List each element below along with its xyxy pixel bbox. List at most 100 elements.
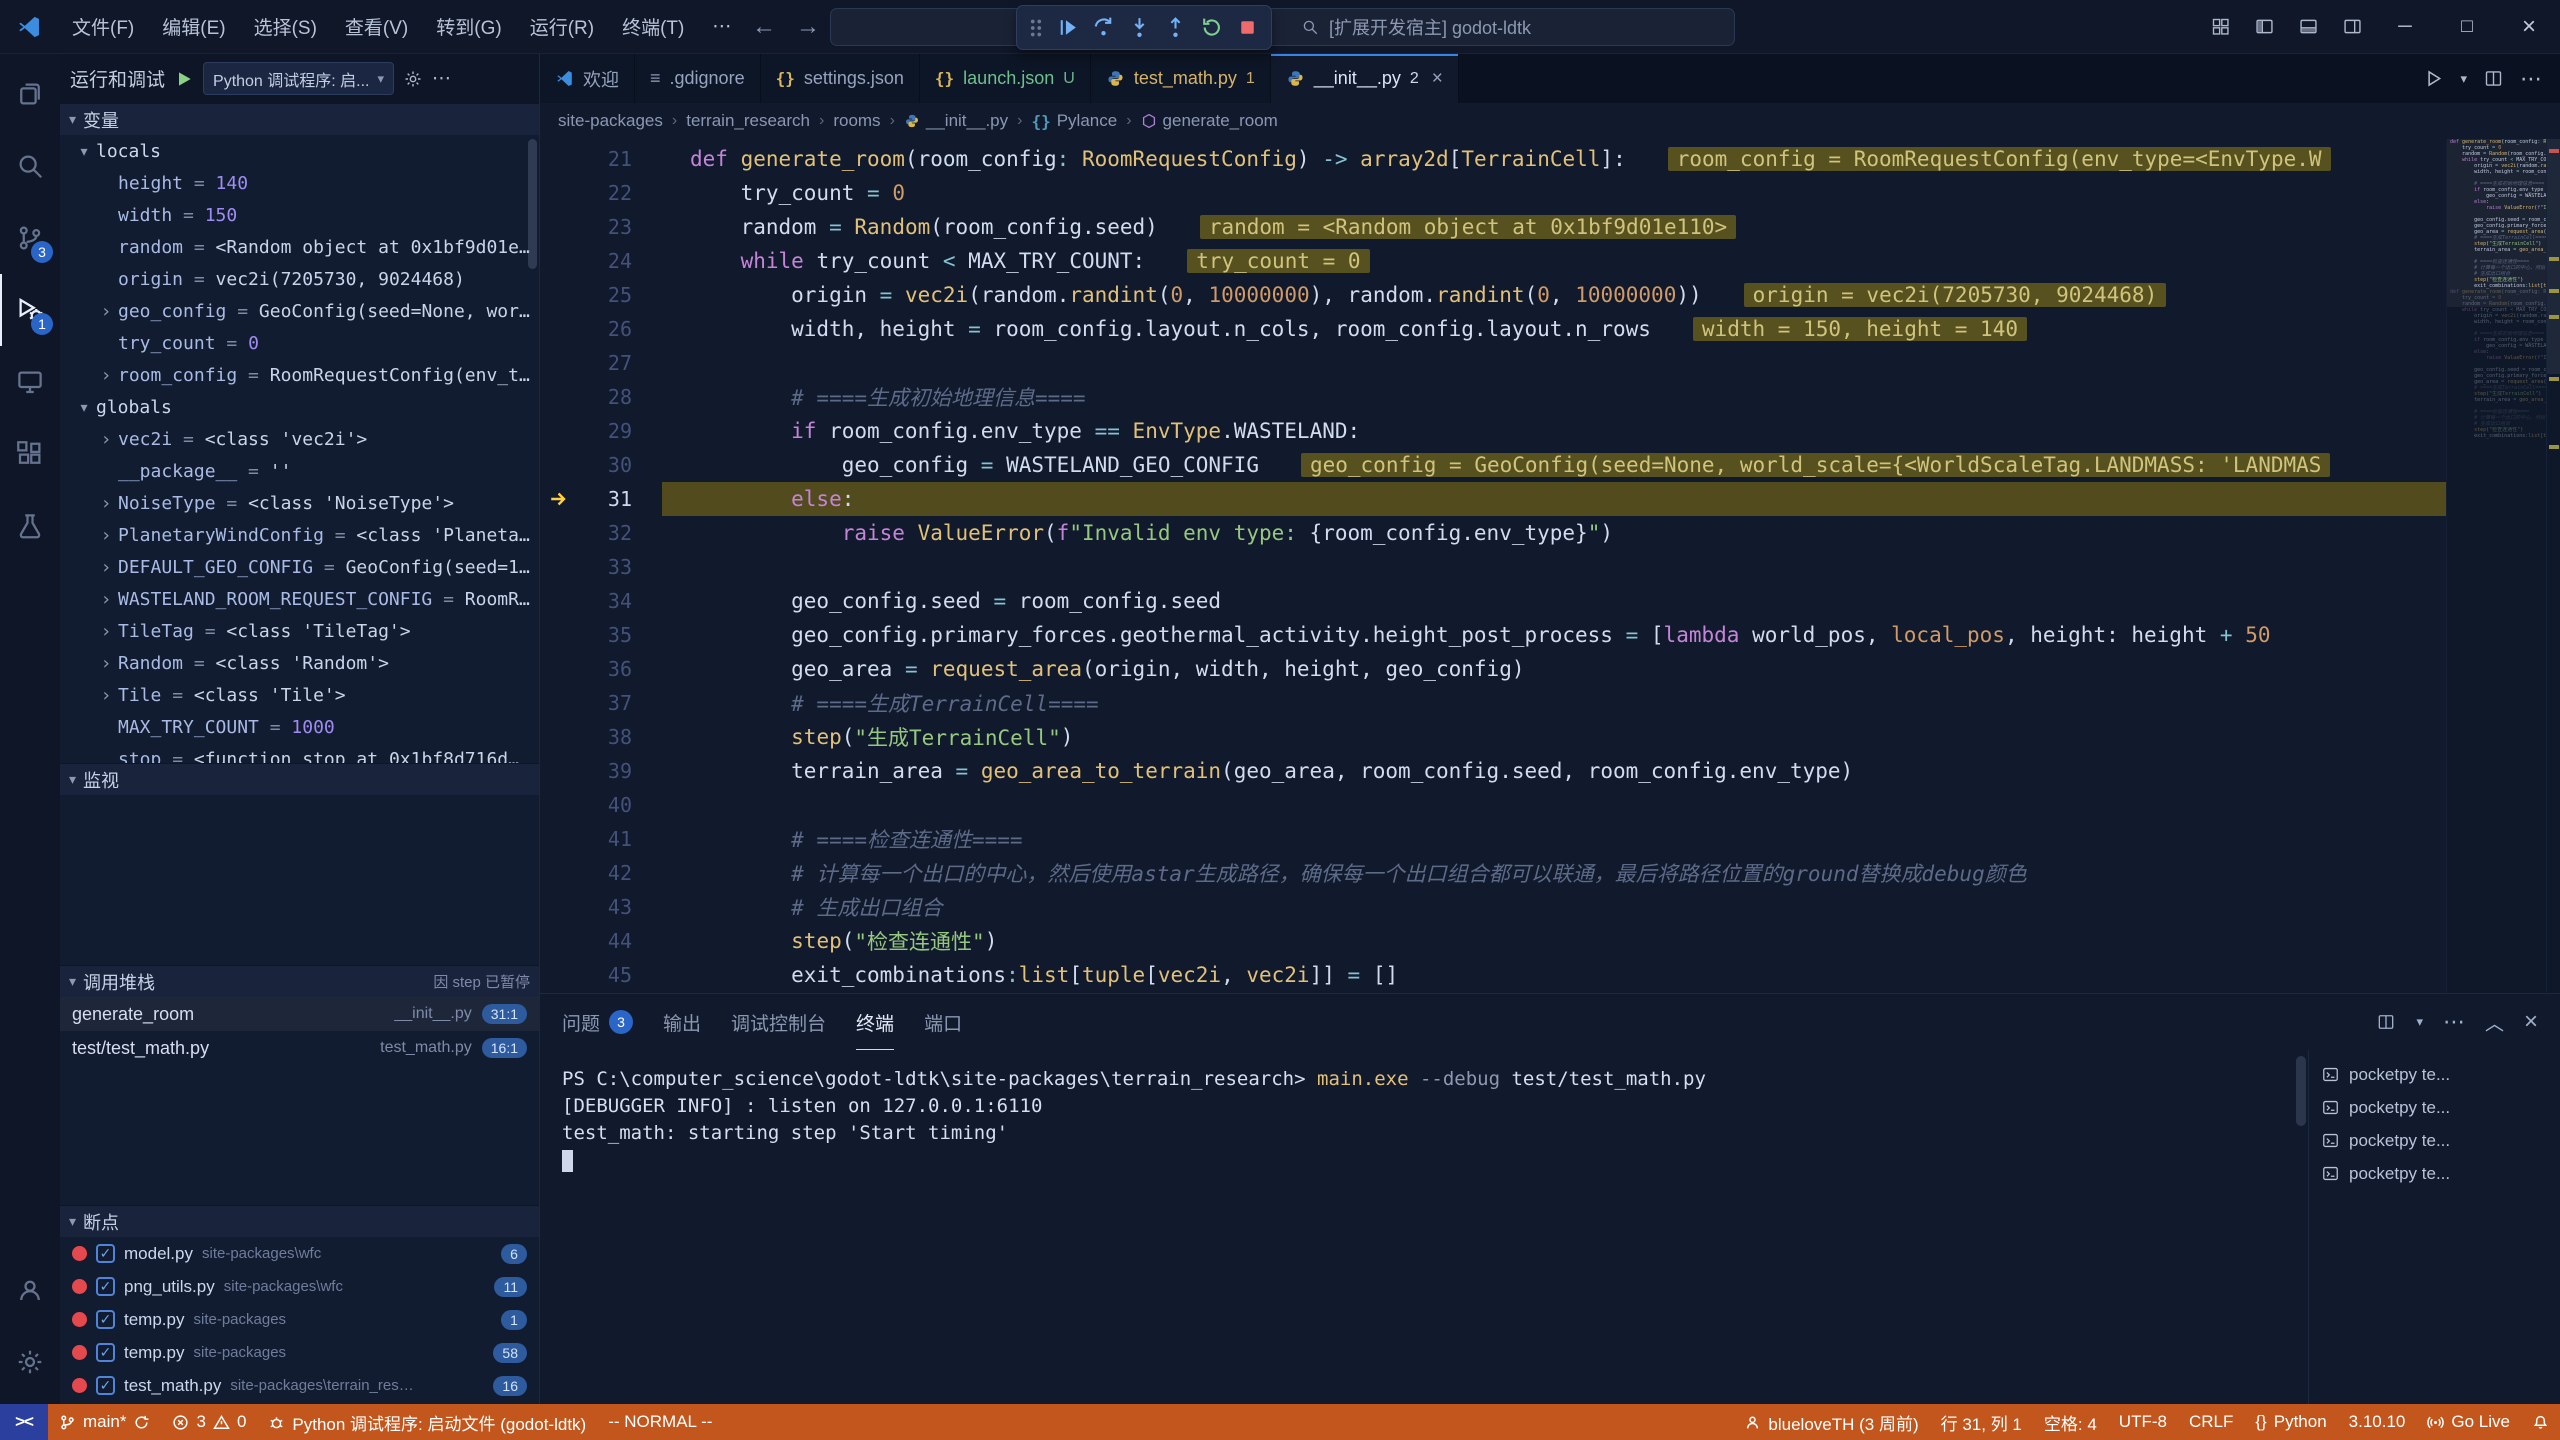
gutter[interactable]: 41 bbox=[540, 822, 662, 856]
gear-icon[interactable] bbox=[403, 69, 423, 89]
gutter[interactable]: 27 bbox=[540, 346, 662, 380]
terminal-output[interactable]: PS C:\computer_science\godot-ldtk\site-p… bbox=[540, 1050, 2294, 1404]
variable-row[interactable]: ›geo_config = GeoConfig(seed=None, wor… bbox=[60, 295, 539, 327]
variable-row[interactable]: ›MAX_TRY_COUNT = 1000 bbox=[60, 711, 539, 743]
gutter[interactable]: 23 bbox=[540, 210, 662, 244]
tab-__init__.py[interactable]: __init__.py2× bbox=[1271, 54, 1459, 103]
watch-header[interactable]: ▾ 监视 bbox=[60, 763, 539, 795]
debug-config-dropdown[interactable]: Python 调试程序: 启... ▾ bbox=[203, 62, 394, 95]
status-notifications[interactable] bbox=[2521, 1404, 2560, 1440]
command-center[interactable]: [扩展开发宿主] godot-ldtk bbox=[830, 8, 1735, 46]
breakpoint-checkbox[interactable]: ✓ bbox=[96, 1244, 115, 1263]
terminal-instance[interactable]: pocketpy te... bbox=[2309, 1091, 2560, 1124]
activity-source-control[interactable]: 3 bbox=[0, 202, 60, 274]
gutter[interactable]: 35 bbox=[540, 618, 662, 652]
status-debug-status[interactable]: Python 调试程序: 启动文件 (godot-ldtk) bbox=[257, 1404, 597, 1440]
variable-row[interactable]: ›Tile = <class 'Tile'> bbox=[60, 679, 539, 711]
status-indentation[interactable]: 空格: 4 bbox=[2033, 1404, 2108, 1440]
status-problems[interactable]: 30 bbox=[161, 1404, 257, 1440]
variable-row[interactable]: ›vec2i = <class 'vec2i'> bbox=[60, 423, 539, 455]
terminal-scrollbar[interactable] bbox=[2294, 1050, 2308, 1404]
breadcrumb-item[interactable]: rooms bbox=[833, 111, 880, 131]
gutter[interactable]: 28 bbox=[540, 380, 662, 414]
variable-row[interactable]: ›NoiseType = <class 'NoiseType'> bbox=[60, 487, 539, 519]
menu-item[interactable]: 运行(R) bbox=[516, 0, 608, 53]
breakpoint-checkbox[interactable]: ✓ bbox=[96, 1310, 115, 1329]
panel-tab-输出[interactable]: 输出 bbox=[663, 994, 701, 1050]
menu-item[interactable]: 编辑(E) bbox=[148, 0, 239, 53]
variable-group[interactable]: ▾globals bbox=[60, 391, 539, 423]
tab--[interactable]: 欢迎 bbox=[540, 54, 635, 103]
variable-row[interactable]: ›Random = <class 'Random'> bbox=[60, 647, 539, 679]
callstack-frame[interactable]: generate_room__init__.py31:1 bbox=[60, 997, 539, 1031]
variable-row[interactable]: ›TileTag = <class 'TileTag'> bbox=[60, 615, 539, 647]
menu-item[interactable]: 终端(T) bbox=[608, 0, 698, 53]
minimap[interactable]: def generate_room(room_config: RoomReque… bbox=[2446, 139, 2546, 993]
variable-row[interactable]: ›origin = vec2i(7205730, 9024468) bbox=[60, 263, 539, 295]
start-debugging-button[interactable] bbox=[174, 69, 194, 89]
variable-row[interactable]: ›width = 150 bbox=[60, 199, 539, 231]
chevron-down-icon[interactable]: ▾ bbox=[2460, 71, 2467, 87]
breadcrumb-item[interactable]: site-packages bbox=[558, 111, 663, 131]
gutter[interactable]: 24 bbox=[540, 244, 662, 278]
status-language-mode[interactable]: {}Python bbox=[2244, 1404, 2337, 1440]
status-git-blame[interactable]: blueloveTH (3 周前) bbox=[1733, 1404, 1929, 1440]
variable-group[interactable]: ▾locals bbox=[60, 135, 539, 167]
status-remote-indicator[interactable]: >< bbox=[0, 1404, 48, 1440]
variable-row[interactable]: ›try_count = 0 bbox=[60, 327, 539, 359]
variable-row[interactable]: ›stop = <function stop at 0x1bf8d716d… bbox=[60, 743, 539, 763]
variable-row[interactable]: ›room_config = RoomRequestConfig(env_t… bbox=[60, 359, 539, 391]
breadcrumb-item[interactable]: {}Pylance bbox=[1031, 111, 1117, 131]
status-go-live[interactable]: Go Live bbox=[2416, 1404, 2521, 1440]
gutter[interactable]: 26 bbox=[540, 312, 662, 346]
gutter[interactable]: 29 bbox=[540, 414, 662, 448]
gutter[interactable]: 42 bbox=[540, 856, 662, 890]
callstack-frame[interactable]: test/test_math.pytest_math.py16:1 bbox=[60, 1031, 539, 1065]
layout-layoutBottom-icon[interactable] bbox=[2286, 0, 2330, 53]
gutter[interactable]: 44 bbox=[540, 924, 662, 958]
gutter[interactable]: 33 bbox=[540, 550, 662, 584]
minimize-button[interactable]: ─ bbox=[2374, 0, 2436, 53]
variables-scrollbar[interactable] bbox=[528, 139, 537, 269]
variables-header[interactable]: ▾ 变量 bbox=[60, 103, 539, 135]
gutter[interactable]: 32 bbox=[540, 516, 662, 550]
breakpoint-row[interactable]: ✓model.pysite-packages\wfc6 bbox=[60, 1237, 539, 1270]
activity-accounts[interactable] bbox=[0, 1254, 60, 1326]
gutter[interactable]: 22 bbox=[540, 176, 662, 210]
close-button[interactable]: × bbox=[2498, 0, 2560, 53]
status-cursor-position[interactable]: 行 31, 列 1 bbox=[1930, 1404, 2033, 1440]
activity-explorer[interactable] bbox=[0, 58, 60, 130]
breakpoint-checkbox[interactable]: ✓ bbox=[96, 1343, 115, 1362]
split-editor-icon[interactable] bbox=[2483, 68, 2504, 89]
terminal-instance[interactable]: pocketpy te... bbox=[2309, 1124, 2560, 1157]
chevron-down-icon[interactable]: ▾ bbox=[2416, 1014, 2423, 1030]
variable-row[interactable]: ›DEFAULT_GEO_CONFIG = GeoConfig(seed=1… bbox=[60, 551, 539, 583]
run-file-icon[interactable] bbox=[2423, 68, 2444, 89]
more-actions-icon[interactable]: ⋯ bbox=[432, 67, 451, 90]
gutter[interactable]: 21 bbox=[540, 142, 662, 176]
activity-remote-explorer[interactable] bbox=[0, 346, 60, 418]
drag-handle-icon[interactable] bbox=[1023, 15, 1049, 41]
activity-settings[interactable] bbox=[0, 1326, 60, 1398]
breakpoints-header[interactable]: ▾ 断点 bbox=[60, 1205, 539, 1237]
maximize-button[interactable]: □ bbox=[2436, 0, 2498, 53]
breakpoint-checkbox[interactable]: ✓ bbox=[96, 1376, 115, 1395]
gutter[interactable]: 43 bbox=[540, 890, 662, 924]
gutter[interactable]: 37 bbox=[540, 686, 662, 720]
more-panel-actions-icon[interactable]: ⋯ bbox=[2443, 1009, 2465, 1035]
restart-button[interactable] bbox=[1193, 9, 1229, 47]
variable-row[interactable]: ›height = 140 bbox=[60, 167, 539, 199]
status-vim-mode[interactable]: -- NORMAL -- bbox=[597, 1404, 723, 1440]
layout-layoutRight-icon[interactable] bbox=[2330, 0, 2374, 53]
gutter[interactable]: 31 bbox=[540, 482, 662, 516]
splitPanel-icon[interactable] bbox=[2376, 1012, 2396, 1032]
activity-testing[interactable] bbox=[0, 490, 60, 562]
panel-tab-终端[interactable]: 终端 bbox=[856, 994, 894, 1050]
layout-grid-icon[interactable] bbox=[2198, 0, 2242, 53]
nav-back-icon[interactable]: ← bbox=[752, 0, 776, 54]
tab-test_math.py[interactable]: test_math.py1 bbox=[1091, 54, 1271, 103]
activity-extensions[interactable] bbox=[0, 418, 60, 490]
menu-item[interactable]: 文件(F) bbox=[58, 0, 148, 53]
breakpoint-row[interactable]: ✓temp.pysite-packages1 bbox=[60, 1303, 539, 1336]
panel-tab-调试控制台[interactable]: 调试控制台 bbox=[731, 994, 826, 1050]
